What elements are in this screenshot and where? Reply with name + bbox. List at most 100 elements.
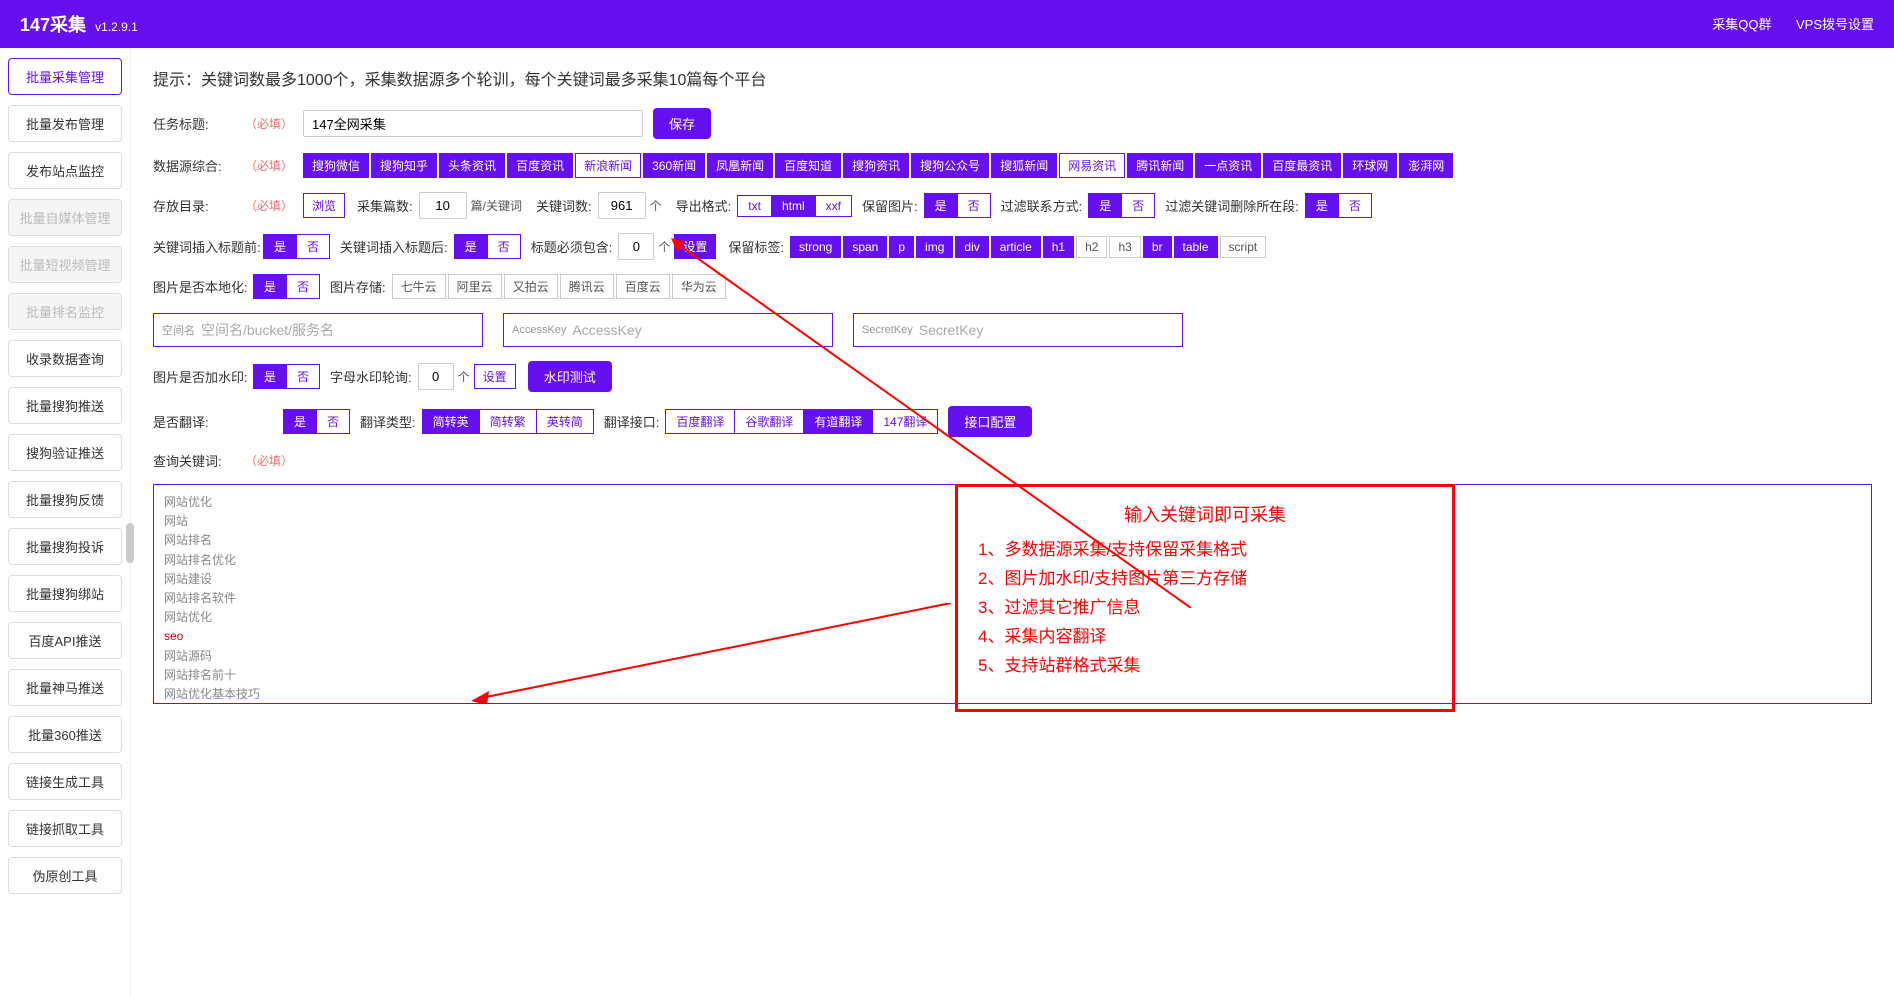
keep-image-yes[interactable]: 是: [924, 193, 958, 218]
save-button[interactable]: 保存: [653, 108, 711, 139]
keywords-textarea[interactable]: 网站优化网站网站排名网站排名优化网站建设网站排名软件网站优化seo网站源码网站排…: [153, 484, 1872, 704]
cloud-storage-option[interactable]: 百度云: [616, 274, 670, 299]
sidebar-item[interactable]: 搜狗验证推送: [8, 434, 122, 471]
keep-tag-option[interactable]: div: [955, 236, 988, 258]
sidebar-item[interactable]: 批量搜狗绑站: [8, 575, 122, 612]
collect-count-input[interactable]: [419, 192, 467, 219]
translate-api-option[interactable]: 有道翻译: [804, 409, 873, 434]
access-key-field[interactable]: AccessKey: [503, 313, 833, 347]
data-source-tag[interactable]: 百度资讯: [507, 153, 573, 178]
filter-contact-no[interactable]: 否: [1122, 193, 1155, 218]
keep-tag-option[interactable]: table: [1174, 236, 1218, 258]
keep-image-no[interactable]: 否: [958, 193, 991, 218]
sidebar-item[interactable]: 批量360推送: [8, 716, 122, 753]
data-source-tag[interactable]: 头条资讯: [439, 153, 505, 178]
filter-kw-para-no[interactable]: 否: [1339, 193, 1372, 218]
translate-api-option[interactable]: 147翻译: [873, 409, 938, 434]
translate-type-option[interactable]: 英转简: [537, 409, 594, 434]
keep-tag-option[interactable]: strong: [790, 236, 841, 258]
data-source-tag[interactable]: 搜狗微信: [303, 153, 369, 178]
sidebar-item[interactable]: 百度API推送: [8, 622, 122, 659]
browse-button[interactable]: 浏览: [303, 193, 345, 218]
insert-post-yes[interactable]: 是: [454, 234, 488, 259]
export-format-option[interactable]: html: [772, 195, 816, 217]
access-key-input[interactable]: [572, 322, 824, 338]
cloud-storage-option[interactable]: 华为云: [672, 274, 726, 299]
data-source-tag[interactable]: 澎湃网: [1399, 153, 1453, 178]
data-source-tag[interactable]: 腾讯新闻: [1127, 153, 1193, 178]
sidebar-item[interactable]: 收录数据查询: [8, 340, 122, 377]
keep-tag-option[interactable]: span: [843, 236, 887, 258]
cloud-storage-option[interactable]: 阿里云: [448, 274, 502, 299]
sidebar-item[interactable]: 批量采集管理: [8, 58, 122, 95]
keep-tag-option[interactable]: h3: [1109, 236, 1140, 258]
sidebar-item[interactable]: 链接生成工具: [8, 763, 122, 800]
data-source-tag[interactable]: 百度知道: [775, 153, 841, 178]
api-config-button[interactable]: 接口配置: [948, 406, 1032, 437]
sidebar-item[interactable]: 批量搜狗反馈: [8, 481, 122, 518]
sidebar-item[interactable]: 批量发布管理: [8, 105, 122, 142]
translate-type-option[interactable]: 简转繁: [480, 409, 537, 434]
watermark-set-button[interactable]: 设置: [474, 364, 516, 389]
data-source-tag[interactable]: 360新闻: [643, 153, 705, 178]
insert-post-no[interactable]: 否: [488, 234, 521, 259]
task-title-input[interactable]: [303, 110, 643, 137]
data-source-tag[interactable]: 新浪新闻: [575, 153, 641, 178]
sidebar-item[interactable]: 链接抓取工具: [8, 810, 122, 847]
space-name-field[interactable]: 空间名: [153, 313, 483, 347]
sidebar-item[interactable]: 批量搜狗推送: [8, 387, 122, 424]
watermark-no[interactable]: 否: [287, 364, 320, 389]
data-source-tag[interactable]: 环球网: [1343, 153, 1397, 178]
cloud-storage-option[interactable]: 又拍云: [504, 274, 558, 299]
sidebar-item[interactable]: 批量神马推送: [8, 669, 122, 706]
title-must-unit: 个: [658, 238, 670, 255]
watermark-yes[interactable]: 是: [253, 364, 287, 389]
data-source-tag[interactable]: 一点资讯: [1195, 153, 1261, 178]
image-local-yes[interactable]: 是: [253, 274, 287, 299]
qq-group-link[interactable]: 采集QQ群: [1712, 17, 1771, 32]
watermark-rot-unit: 个: [458, 368, 470, 385]
keep-tag-option[interactable]: h1: [1043, 236, 1074, 258]
image-local-no[interactable]: 否: [287, 274, 320, 299]
translate-no[interactable]: 否: [317, 409, 350, 434]
insert-pre-no[interactable]: 否: [297, 234, 330, 259]
export-format-option[interactable]: txt: [737, 195, 772, 217]
cloud-storage-option[interactable]: 腾讯云: [560, 274, 614, 299]
data-source-tag[interactable]: 搜狗公众号: [911, 153, 989, 178]
title-must-set-button[interactable]: 设置: [674, 234, 716, 259]
keyword-count-input[interactable]: [598, 192, 646, 219]
translate-yes[interactable]: 是: [283, 409, 317, 434]
keep-tag-option[interactable]: br: [1143, 236, 1172, 258]
sidebar-item[interactable]: 批量搜狗投诉: [8, 528, 122, 565]
data-source-tag[interactable]: 搜狐新闻: [991, 153, 1057, 178]
title-must-input[interactable]: [618, 233, 654, 260]
sidebar-item[interactable]: 发布站点监控: [8, 152, 122, 189]
sidebar-item[interactable]: 伪原创工具: [8, 857, 122, 894]
insert-pre-yes[interactable]: 是: [263, 234, 297, 259]
export-format-option[interactable]: xxf: [816, 195, 852, 217]
translate-api-option[interactable]: 谷歌翻译: [735, 409, 804, 434]
filter-kw-para-yes[interactable]: 是: [1305, 193, 1339, 218]
data-source-tag[interactable]: 凤凰新闻: [707, 153, 773, 178]
keep-tag-option[interactable]: h2: [1076, 236, 1107, 258]
keep-tag-option[interactable]: img: [916, 236, 953, 258]
data-source-tag[interactable]: 百度最资讯: [1263, 153, 1341, 178]
translate-api-option[interactable]: 百度翻译: [665, 409, 735, 434]
data-source-tag[interactable]: 搜狗知乎: [371, 153, 437, 178]
cloud-storage-option[interactable]: 七牛云: [392, 274, 446, 299]
watermark-test-button[interactable]: 水印测试: [528, 361, 612, 392]
vps-settings-link[interactable]: VPS拨号设置: [1796, 17, 1874, 32]
space-name-input[interactable]: [201, 322, 474, 338]
query-kw-label: 查询关键词:: [153, 451, 245, 470]
keep-tag-option[interactable]: script: [1220, 236, 1267, 258]
translate-type-label: 翻译类型:: [360, 412, 416, 431]
secret-key-input[interactable]: [919, 322, 1174, 338]
secret-key-field[interactable]: SecretKey: [853, 313, 1183, 347]
keep-tag-option[interactable]: p: [889, 236, 914, 258]
keep-tag-option[interactable]: article: [991, 236, 1041, 258]
watermark-rot-input[interactable]: [418, 363, 454, 390]
filter-contact-yes[interactable]: 是: [1088, 193, 1122, 218]
translate-type-option[interactable]: 简转英: [422, 409, 480, 434]
data-source-tag[interactable]: 搜狗资讯: [843, 153, 909, 178]
data-source-tag[interactable]: 网易资讯: [1059, 153, 1125, 178]
